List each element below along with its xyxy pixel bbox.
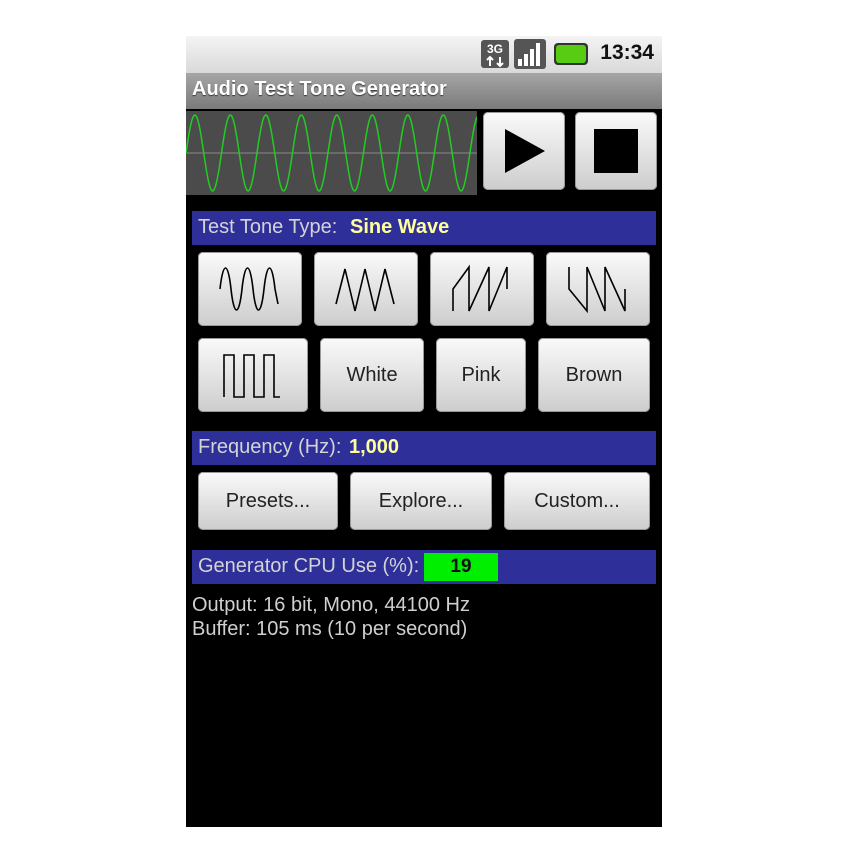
sine-wave-icon [219,267,279,311]
frequency-value: 1,000 [349,436,400,458]
triangle-wave-icon [335,268,395,312]
title-bar: Audio Test Tone Generator [186,73,662,109]
frequency-label: Frequency (Hz): [198,436,342,458]
square-wave-button[interactable] [198,338,308,412]
play-button[interactable] [483,112,565,190]
pink-noise-button[interactable]: Pink [436,338,526,412]
stop-icon [594,129,638,173]
reverse-sawtooth-wave-icon [568,266,626,314]
reverse-sawtooth-wave-button[interactable] [546,252,650,326]
output-info: Output: 16 bit, Mono, 44100 Hz [192,594,470,616]
tone-type-value: Sine Wave [350,216,450,238]
presets-button[interactable]: Presets... [198,472,338,530]
phone-screen: 3G 13:34 Audio Test Tone Generator Test … [186,36,662,827]
sine-wave-button[interactable] [198,252,302,326]
status-bar: 3G 13:34 [186,36,662,73]
custom-button[interactable]: Custom... [504,472,650,530]
tone-type-label: Test Tone Type: [198,216,338,238]
sawtooth-wave-icon [452,264,508,312]
play-icon [505,129,545,173]
waveform-display [186,111,478,195]
triangle-wave-button[interactable] [314,252,418,326]
buffer-info: Buffer: 105 ms (10 per second) [192,618,468,640]
signal-strength-icon [514,39,546,69]
sawtooth-wave-button[interactable] [430,252,534,326]
cpu-usage-value: 19 [424,553,498,581]
battery-icon [554,43,588,65]
3g-data-icon: 3G [481,40,509,68]
frequency-header: Frequency (Hz): 1,000 [192,431,656,465]
svg-text:3G: 3G [487,42,503,56]
square-wave-icon [223,354,280,398]
clock: 13:34 [600,41,654,64]
cpu-usage-header: Generator CPU Use (%): 19 [192,550,656,584]
app-title: Audio Test Tone Generator [192,78,447,100]
cpu-usage-label: Generator CPU Use (%): [198,555,420,577]
tone-type-header: Test Tone Type: Sine Wave [192,211,656,245]
white-noise-button[interactable]: White [320,338,424,412]
explore-button[interactable]: Explore... [350,472,492,530]
brown-noise-button[interactable]: Brown [538,338,650,412]
stop-button[interactable] [575,112,657,190]
